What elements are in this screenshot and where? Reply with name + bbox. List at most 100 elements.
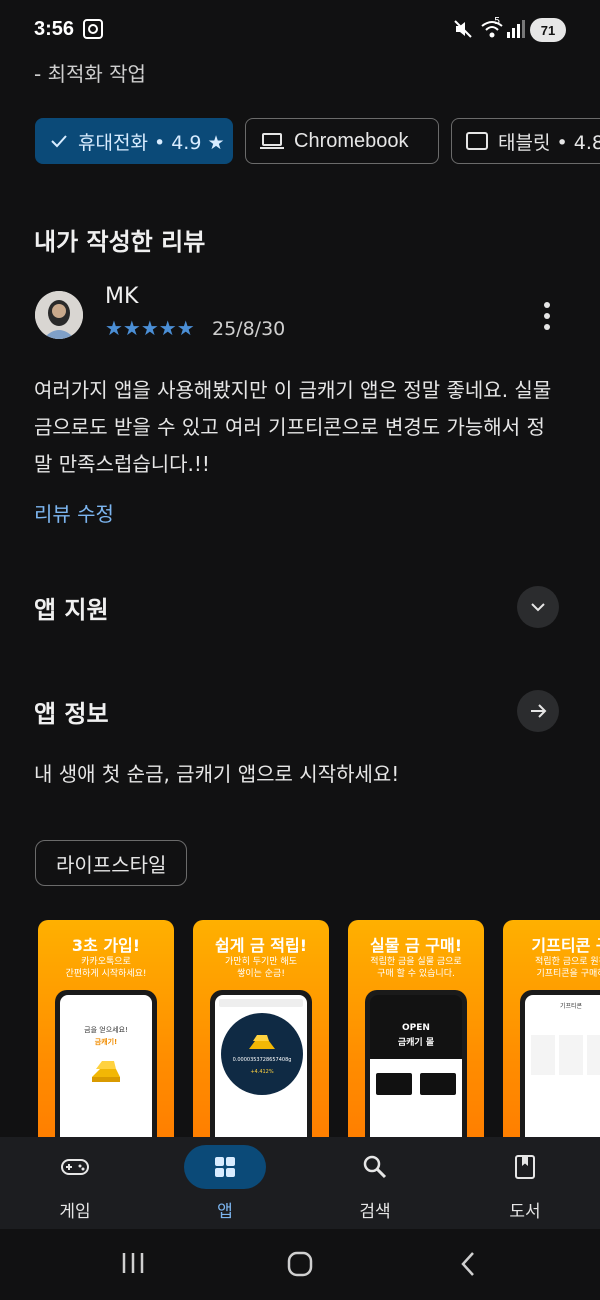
app-info-title: 앱 정보 (34, 700, 109, 728)
nav-books-label: 도서 (509, 1202, 541, 1222)
app-info-arrow-button[interactable] (517, 690, 559, 732)
battery-level: 71 (540, 22, 556, 38)
phone-screen: OPEN 금캐기 몰 (370, 995, 462, 1138)
bottom-navigation: 게임 앱 검색 도서 (0, 1137, 600, 1229)
dot-icon (544, 324, 550, 330)
screen-text: 금캐기! (94, 1038, 118, 1046)
chip-chromebook-label: Chromebook (294, 129, 409, 152)
screen-text: +4.412% (250, 1069, 274, 1075)
nav-books[interactable]: 도서 (450, 1137, 600, 1229)
mute-icon (454, 20, 472, 38)
avatar (35, 291, 83, 339)
back-icon[interactable] (458, 1251, 478, 1277)
nav-games-label: 게임 (59, 1202, 91, 1222)
reviewer-name: MK (105, 284, 139, 309)
screen-text: OPEN (402, 1023, 430, 1033)
subtitle-line: 카카오톡으로 (81, 957, 131, 967)
gold-bars-icon (249, 1035, 275, 1049)
edit-review-link[interactable]: 리뷰 수정 (34, 498, 114, 527)
screenshot-2[interactable]: 쉽게 금 적립! 가만히 두기만 해도 쌓이는 순금! 0.0000353728… (193, 920, 329, 1138)
check-icon (50, 132, 68, 150)
coupon-grid (531, 1035, 600, 1075)
gamepad-icon (61, 1159, 89, 1175)
screenshot-title: 실물 금 구매! (369, 936, 463, 955)
phone-screen: 금을 얻으세요! 금캐기! (60, 995, 152, 1138)
chevron-down-icon (531, 603, 545, 612)
screen-text: 0.0000353728657408g (232, 1057, 292, 1063)
product-thumb (376, 1073, 412, 1095)
dot-icon (544, 302, 550, 308)
screen-text: 금캐기 몰 (397, 1038, 435, 1048)
phone-mockup: 금을 얻으세요! 금캐기! (55, 990, 157, 1138)
network-type-label: 5 (494, 16, 501, 27)
wifi-icon (481, 21, 503, 38)
gold-circle: 0.0000353728657408g +4.412% (221, 1013, 303, 1095)
phone-mockup: 기프티콘 (520, 990, 600, 1138)
search-icon (363, 1155, 387, 1179)
my-review-title: 내가 작성한 리뷰 (34, 228, 206, 256)
screenshot-3[interactable]: 실물 금 구매! 적립한 금을 실물 금으로 구매 할 수 있습니다. OPEN… (348, 920, 484, 1138)
screen-header (219, 999, 303, 1007)
phone-mockup: OPEN 금캐기 몰 (365, 990, 467, 1138)
nav-apps[interactable]: 앱 (150, 1137, 300, 1229)
review-text: 여러가지 앱을 사용해봤지만 이 금캐기 앱은 정말 좋네요. 실물 금으로도 … (34, 378, 552, 476)
screenshot-subtitle: 적립한 금을 실물 금으로 구매 할 수 있습니다. (348, 956, 484, 980)
nav-apps-label: 앱 (217, 1202, 233, 1222)
subtitle-line: 구매 할 수 있습니다. (377, 969, 455, 979)
subtitle-line: 간편하게 시작하세요! (65, 969, 147, 979)
screenshot-title: 쉽게 금 적립! (214, 936, 308, 955)
subtitle-line: 가만히 두기만 해도 (225, 957, 297, 967)
nav-pill (184, 1145, 266, 1189)
chip-tablet-label: 태블릿 • 4.8 ★ (498, 131, 600, 154)
battery-icon: 71 (530, 18, 566, 42)
product-area (370, 1059, 462, 1138)
app-support-title: 앱 지원 (34, 596, 109, 624)
optimize-text: - 최적화 작업 (34, 62, 146, 86)
chip-phone-label: 휴대전화 • 4.9 ★ (78, 131, 225, 154)
subtitle-line: 적립한 금을 실물 금으로 (370, 957, 462, 967)
screenshot-4[interactable]: 기프티콘 구 적립한 금으로 원하 기프티콘을 구매하 기프티콘 (503, 920, 600, 1138)
subtitle-line: 적립한 금으로 원하 (535, 957, 600, 967)
nav-pill (34, 1145, 116, 1189)
nav-pill (334, 1145, 416, 1189)
apps-grid-icon (215, 1157, 235, 1177)
home-icon[interactable] (287, 1251, 313, 1277)
screenshot-subtitle: 가만히 두기만 해도 쌓이는 순금! (193, 956, 329, 980)
signal-icon (507, 20, 525, 38)
more-options-button[interactable] (532, 296, 562, 336)
laptop-icon (260, 132, 284, 150)
screenshot-subtitle: 적립한 금으로 원하 기프티콘을 구매하 (503, 956, 600, 980)
tablet-icon (466, 132, 488, 150)
status-bar: 3:56 5 71 (0, 0, 600, 62)
screenshot-title: 기프티콘 구 (531, 936, 600, 955)
status-time: 3:56 (34, 18, 75, 40)
star-rating: ★★★★★ (105, 316, 195, 340)
nav-search-label: 검색 (359, 1202, 391, 1222)
phone-screen: 기프티콘 (525, 995, 600, 1138)
screenshot-title: 3초 가입! (71, 936, 141, 955)
chip-chromebook[interactable]: Chromebook (245, 118, 439, 164)
nav-search[interactable]: 검색 (300, 1137, 450, 1229)
chip-phone[interactable]: 휴대전화 • 4.9 ★ (35, 118, 233, 164)
recent-apps-icon[interactable] (120, 1251, 146, 1275)
review-date: 25/8/30 (212, 318, 286, 340)
device-filter-chips: 휴대전화 • 4.9 ★ Chromebook 태블릿 • 4.8 ★ (35, 118, 600, 166)
screenshot-1[interactable]: 3초 가입! 카카오톡으로 간편하게 시작하세요! 금을 얻으세요! 금캐기! (38, 920, 174, 1138)
screen-text: 기프티콘 (559, 1003, 583, 1010)
book-icon (515, 1155, 535, 1179)
screenshot-subtitle: 카카오톡으로 간편하게 시작하세요! (38, 956, 174, 980)
category-tag-lifestyle[interactable]: 라이프스타일 (35, 840, 188, 886)
phone-screen: 0.0000353728657408g +4.412% (215, 995, 307, 1138)
screen-text: 금을 얻으세요! (84, 1026, 128, 1034)
app-description: 내 생애 첫 순금, 금캐기 앱으로 시작하세요! (34, 762, 400, 786)
product-thumb (420, 1073, 456, 1095)
nav-games[interactable]: 게임 (0, 1137, 150, 1229)
screenshot-indicator-icon (83, 19, 103, 39)
system-navigation-bar (0, 1229, 600, 1300)
expand-app-support-button[interactable] (517, 586, 559, 628)
chip-tablet[interactable]: 태블릿 • 4.8 ★ (451, 118, 600, 164)
phone-mockup: 0.0000353728657408g +4.412% (210, 990, 312, 1138)
arrow-right-icon (531, 704, 547, 718)
subtitle-line: 쌓이는 순금! (237, 969, 285, 979)
screenshot-carousel: 3초 가입! 카카오톡으로 간편하게 시작하세요! 금을 얻으세요! 금캐기! … (0, 918, 600, 1138)
